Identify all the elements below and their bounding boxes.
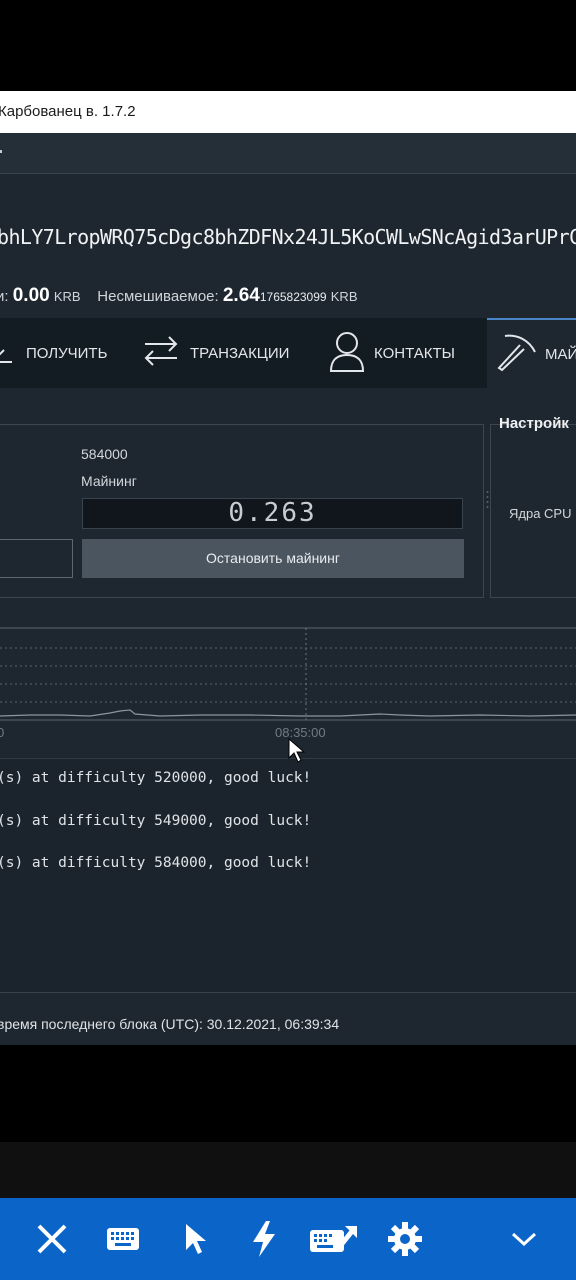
hashrate-series-line [0,709,576,717]
close-icon [37,1224,67,1254]
mouse-cursor-icon [288,738,306,763]
keyboard-send-icon [310,1226,357,1252]
pointer-icon [186,1224,206,1254]
stop-mining-button[interactable]: Остановить майнинг [82,539,464,578]
tab-mining-label: МАЙ [545,345,576,363]
tab-receive[interactable]: ПОЛУЧИТЬ [0,318,122,388]
chart-left-label: 0 [0,725,5,740]
quick-actions-button[interactable] [234,1198,294,1280]
menu-strip [0,133,576,174]
notification-blur [0,1142,576,1198]
tab-contacts-label: КОНТАКТЫ [374,344,455,362]
window-title: Карбованец в. 1.7.2 [0,103,136,120]
settings-title: Настройк [499,415,569,432]
tab-receive-label: ПОЛУЧИТЬ [26,344,108,362]
tab-contacts[interactable]: КОНТАКТЫ [328,318,488,388]
status-divider [0,992,576,993]
status-bar-text: время последнего блока (UTC): 30.12.2021… [0,1016,340,1032]
hashrate-value: 0.263 [228,498,317,528]
settings-button[interactable] [375,1198,435,1280]
tab-transactions-label: ТРАНЗАКЦИИ [190,344,290,362]
keyboard-icon [107,1228,139,1250]
log-line: (s) at difficulty 584000, good luck! [0,855,312,871]
wallet-address[interactable]: bhLY7LropWRQ75cDgc8bhZDFNx24JL5KoCWLwSNc… [0,225,576,249]
panel-splitter-handle[interactable] [486,488,489,518]
lightning-icon [253,1221,275,1257]
unmixable-label: Несмешиваемое: [97,288,219,305]
menu-dot[interactable] [0,150,2,153]
collapse-toolbar-button[interactable] [494,1198,554,1280]
mining-status-label: Майнинг [81,473,137,489]
settings-gear-icon [388,1222,422,1256]
tab-transactions[interactable]: ТРАНЗАКЦИИ [142,318,312,388]
log-line: (s) at difficulty 549000, good luck! [0,813,312,829]
transfer-arrows-icon [142,332,180,374]
send-keys-button[interactable] [304,1198,364,1280]
balance-label: и: [0,288,9,305]
cpu-cores-label: Ядра CPU [509,506,572,521]
tab-mining[interactable]: МАЙ [487,318,576,388]
pointer-mode-button[interactable] [166,1198,226,1280]
receive-icon [0,336,14,370]
pickaxe-icon [497,332,537,376]
thread-input[interactable] [0,539,73,578]
unmixable-value: 2.64 [222,285,260,306]
balance-unit: KRB [53,289,81,304]
mining-log [0,758,576,993]
unmixable-unit: KRB [330,289,358,304]
balance-value: 0.00 [12,285,50,306]
close-button[interactable] [22,1198,82,1280]
chevron-down-icon [511,1232,537,1247]
log-line: (s) at difficulty 520000, good luck! [0,770,312,786]
unmixable-value-rest: 1765823099 [259,290,327,304]
difficulty-value: 584000 [81,446,128,462]
keyboard-button[interactable] [93,1198,153,1280]
balance-row: и: 0.00 KRB Несмешиваемое: 2.64176582309… [0,285,358,307]
contact-person-icon [328,329,366,377]
